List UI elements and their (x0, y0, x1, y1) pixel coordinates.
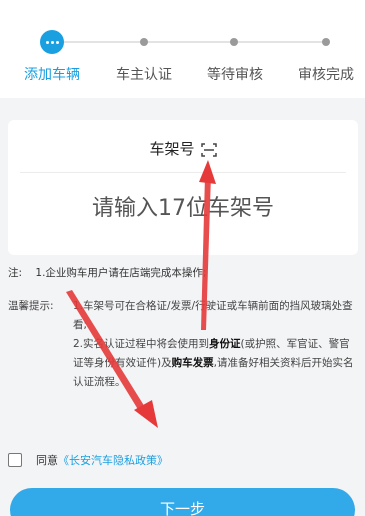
tips-key: 温馨提示: (8, 300, 54, 312)
vin-title: 车架号 (149, 140, 195, 158)
agree-checkbox[interactable] (8, 453, 22, 467)
step-connector (144, 41, 234, 43)
note-key: 注: (8, 267, 23, 279)
tip-line-2: 2.实名认证过程中将会使用到身份证(或护照、军官证、警官证等身份有效证件)及购车… (73, 335, 360, 392)
step-active-dot (40, 30, 64, 54)
step-connector (234, 41, 326, 43)
note: 注: 1.企业购车用户请在店端完成本操作; (8, 265, 206, 280)
privacy-policy-link[interactable]: 《长安汽车隐私政策》 (58, 452, 168, 468)
agreement-row: 同意 《长安汽车隐私政策》 (8, 452, 168, 468)
tips-body: 1.车架号可在合格证/发票/行驶证或车辆前面的挡风玻璃处查看; 2.实名认证过程… (73, 297, 360, 392)
next-button[interactable]: 下一步 (10, 488, 355, 516)
step-connector (52, 41, 144, 43)
vin-input[interactable] (38, 180, 328, 236)
tip-id-card: 身份证 (209, 338, 241, 350)
vin-card: 车架号 (8, 120, 358, 255)
progress-steps: 添加车辆 车主认证 等待审核 审核完成 (0, 0, 365, 98)
note-text: 1.企业购车用户请在店端完成本操作; (35, 267, 207, 279)
tip-text: 2.实名认证过程中将会使用到 (73, 338, 210, 350)
tip-invoice: 购车发票 (171, 357, 214, 369)
vin-title-row: 车架号 (8, 138, 358, 159)
tips: 温馨提示: 1.车架号可在合格证/发票/行驶证或车辆前面的挡风玻璃处查看; 2.… (8, 297, 360, 392)
step-label-owner-verify: 车主认证 (116, 67, 172, 83)
arrow-head-down (134, 400, 158, 428)
step-label-add-vehicle: 添加车辆 (24, 67, 80, 83)
step-label-pending-review: 等待审核 (207, 67, 263, 83)
step-dot (322, 38, 330, 46)
step-dot (230, 38, 238, 46)
step-label-review-complete: 审核完成 (298, 67, 354, 83)
tip-line-1: 1.车架号可在合格证/发票/行驶证或车辆前面的挡风玻璃处查看; (73, 300, 353, 331)
scan-icon[interactable] (200, 142, 217, 157)
step-dot (140, 38, 148, 46)
agree-prefix: 同意 (36, 454, 58, 467)
divider (20, 172, 346, 173)
